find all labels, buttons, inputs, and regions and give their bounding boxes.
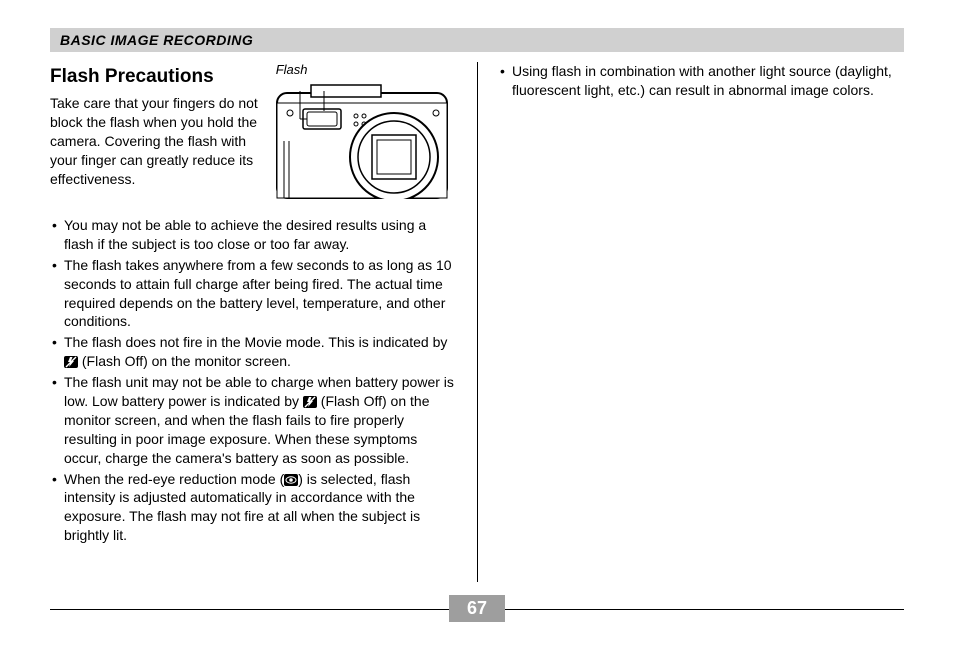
section-title: Flash Precautions <box>50 66 266 88</box>
camera-figure: Flash <box>276 62 457 204</box>
page-number-wrap: 67 <box>0 595 954 622</box>
content-columns: Flash Precautions Take care that your fi… <box>50 62 904 582</box>
figure-label: Flash <box>276 62 457 77</box>
right-bullet-list: Using flash in combination with another … <box>498 62 904 100</box>
flash-off-icon <box>303 396 317 408</box>
camera-illustration <box>276 79 448 199</box>
flash-off-icon <box>64 356 78 368</box>
bullet-item: The flash takes anywhere from a few seco… <box>50 256 457 332</box>
redeye-icon <box>284 474 298 486</box>
right-column: Using flash in combination with another … <box>477 62 904 582</box>
section-header: BASIC IMAGE RECORDING <box>50 28 904 52</box>
manual-page: BASIC IMAGE RECORDING Flash Precautions … <box>0 0 954 646</box>
bullet-item: The flash does not fire in the Movie mod… <box>50 333 457 371</box>
intro-block: Flash Precautions Take care that your fi… <box>50 62 266 204</box>
left-column: Flash Precautions Take care that your fi… <box>50 62 477 582</box>
intro-row: Flash Precautions Take care that your fi… <box>50 62 457 204</box>
bullet-item: When the red-eye reduction mode () is se… <box>50 470 457 546</box>
left-bullet-list: You may not be able to achieve the desir… <box>50 216 457 545</box>
bullet-item: The flash unit may not be able to charge… <box>50 373 457 467</box>
bullet-item: You may not be able to achieve the desir… <box>50 216 457 254</box>
page-number: 67 <box>449 595 505 622</box>
bullet-item: Using flash in combination with another … <box>498 62 904 100</box>
intro-text: Take care that your fingers do not block… <box>50 94 266 188</box>
